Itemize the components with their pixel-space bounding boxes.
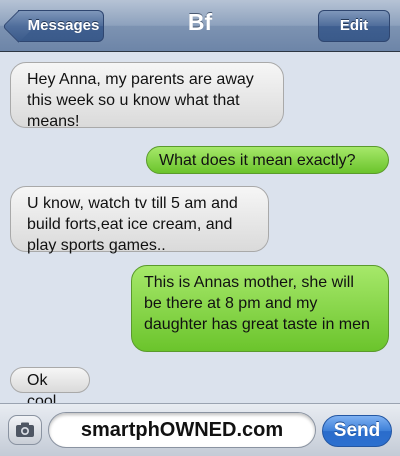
message-bubble-received: Hey Anna, my parents are away this week … xyxy=(10,62,284,130)
message-bubble-received: Ok cool xyxy=(10,367,90,410)
message-bubble-sent: This is Annas mother, she will be there … xyxy=(131,265,389,352)
message-bubble-sent: What does it mean exactly? xyxy=(146,146,389,174)
send-button[interactable]: Send xyxy=(322,415,392,447)
camera-button[interactable] xyxy=(8,415,42,445)
navigation-bar: Messages Bf Edit xyxy=(0,0,400,52)
message-composer: smartphOWNED.com Send xyxy=(0,403,400,456)
edit-button[interactable]: Edit xyxy=(318,10,390,42)
message-bubble-received: U know, watch tv till 5 am and build for… xyxy=(10,186,269,254)
camera-icon xyxy=(16,422,34,437)
message-input[interactable]: smartphOWNED.com xyxy=(48,412,316,448)
